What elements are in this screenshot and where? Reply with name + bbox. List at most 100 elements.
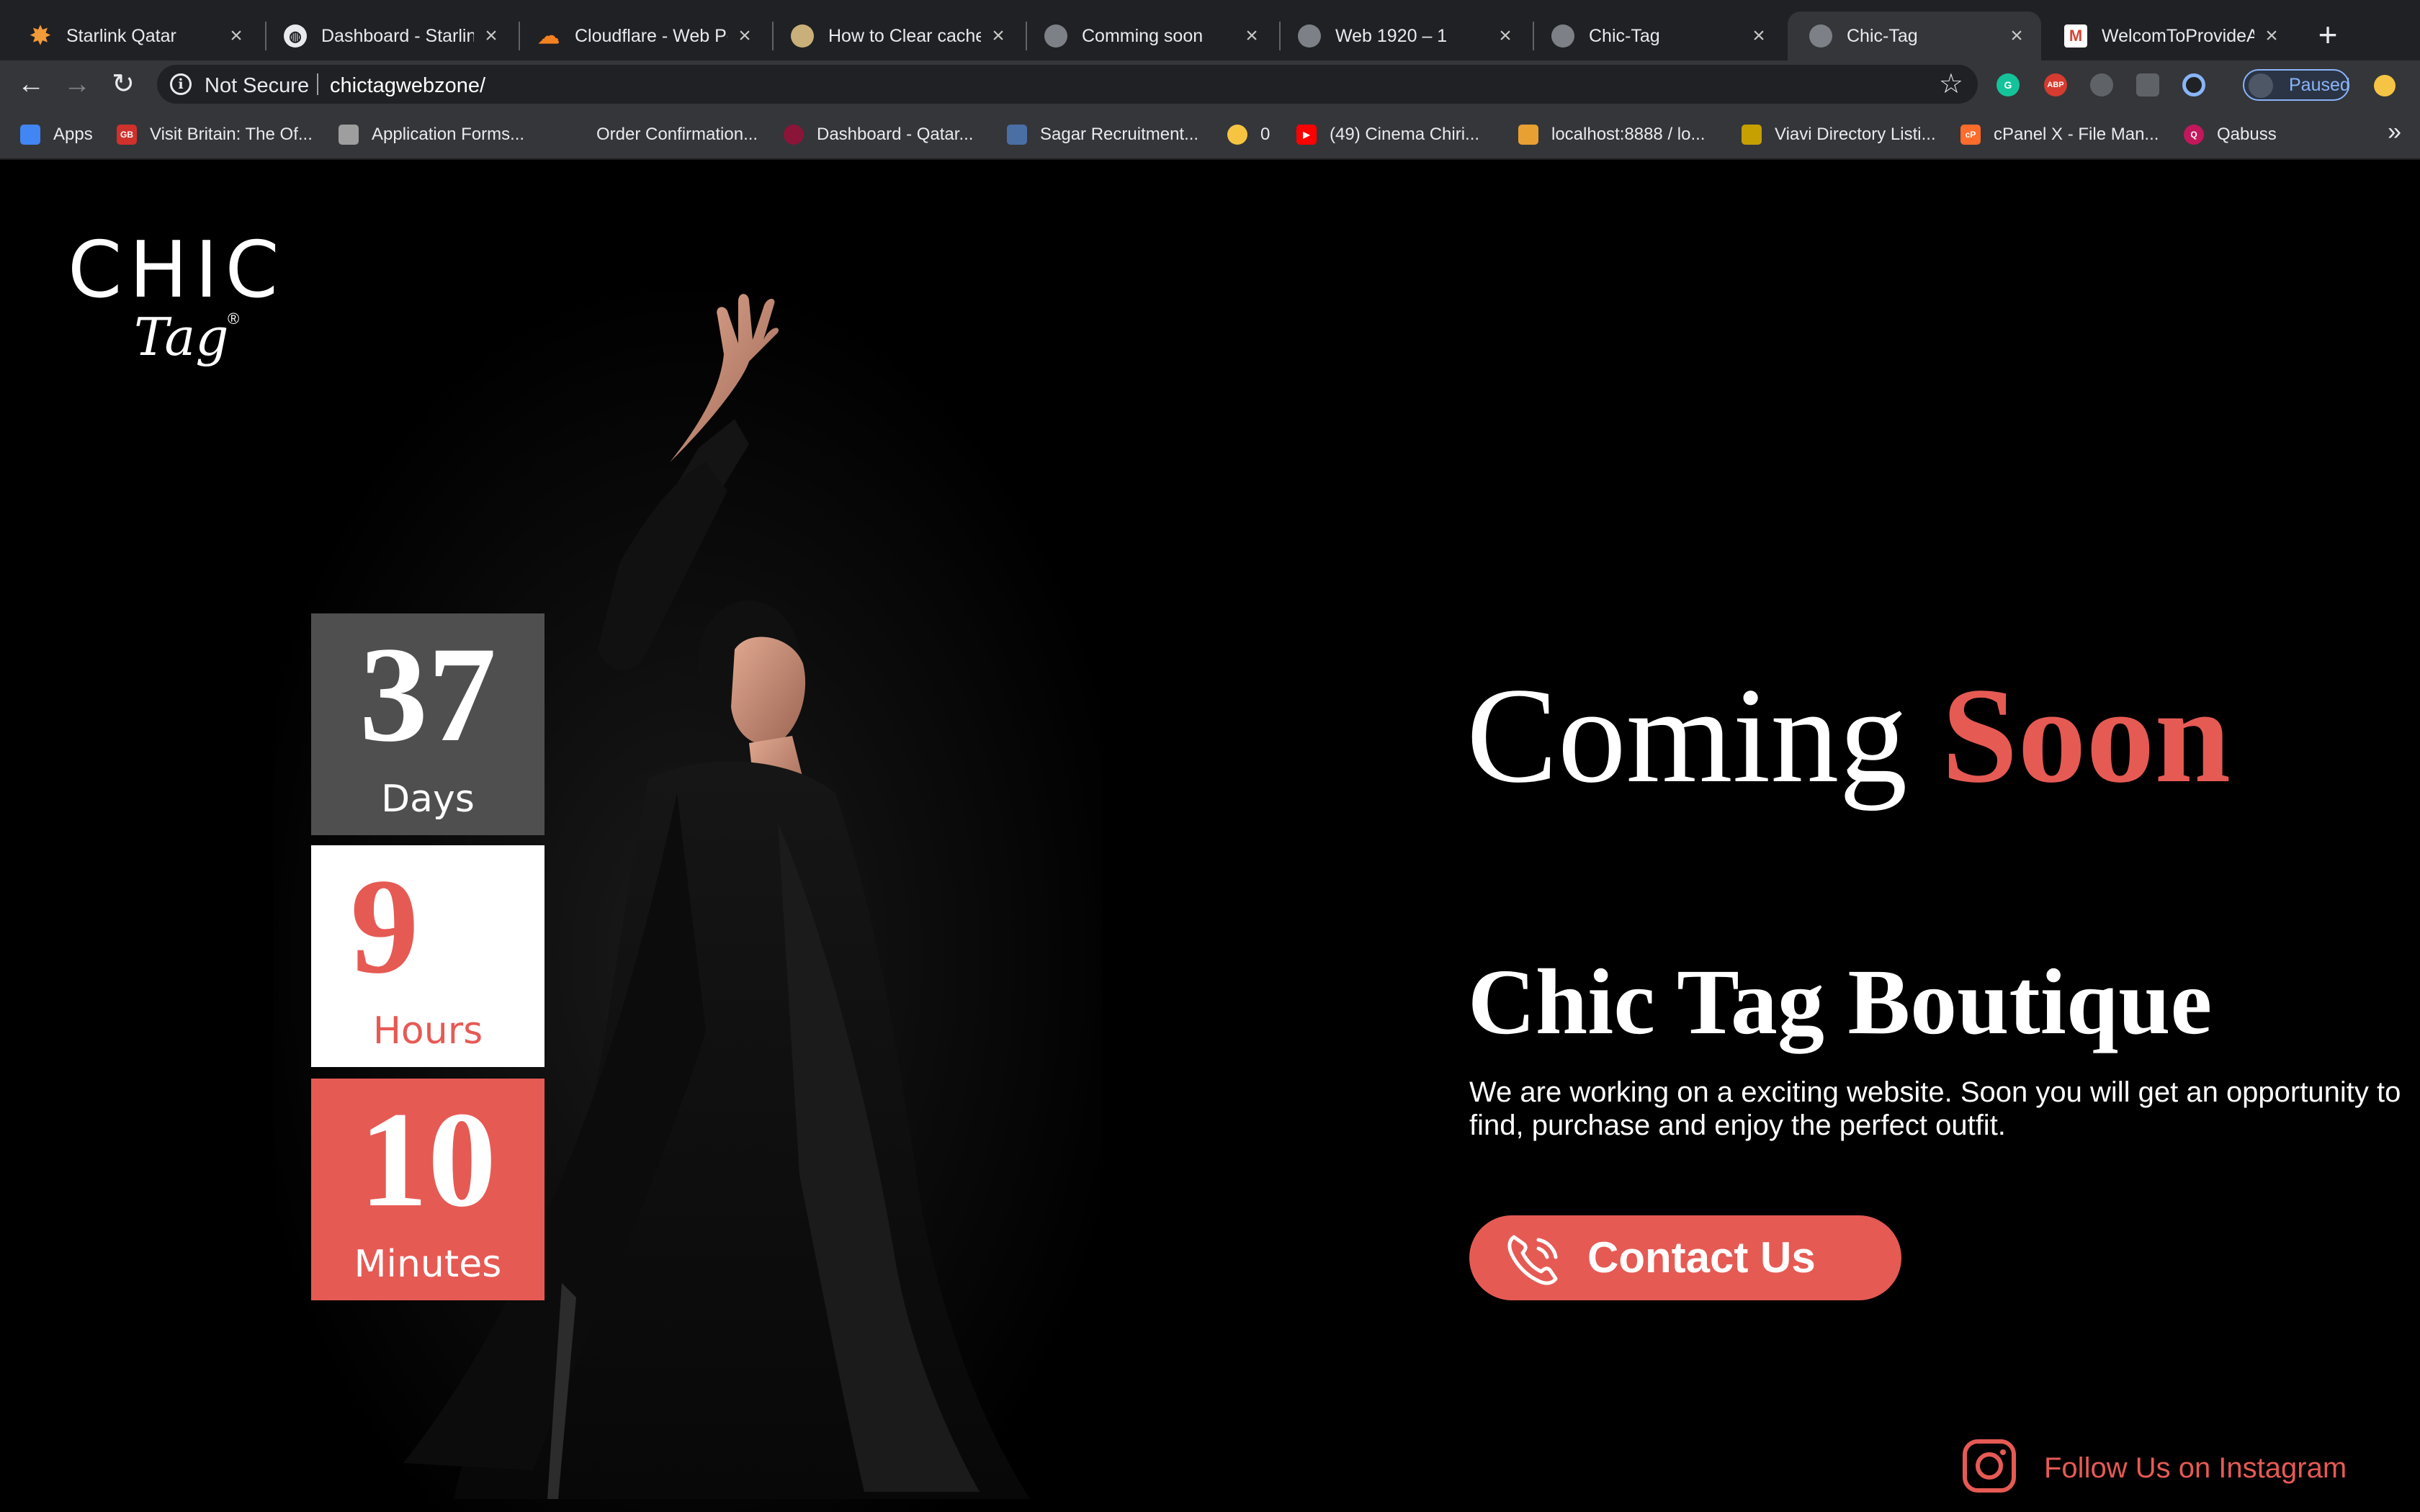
brand-title: Chic Tag Boutique (1468, 950, 2213, 1054)
close-icon[interactable]: × (1243, 24, 1260, 48)
bookmarks-bar: Apps GB Visit Britain: The Of... Applica… (0, 108, 2420, 160)
bookmark-application-forms[interactable]: Application Forms... (339, 122, 524, 147)
profile-button[interactable]: Paused (2243, 69, 2350, 101)
bookmark-sagar-recruitment[interactable]: Sagar Recruitment... (1007, 122, 1198, 147)
bookmark-dashboard-qatar[interactable]: Dashboard - Qatar... (784, 122, 973, 147)
countdown-hours-value: 9 (350, 851, 419, 1002)
countdown-minutes: 10 Minutes (311, 1079, 544, 1300)
gmail-icon: M (2064, 24, 2087, 48)
close-icon[interactable]: × (736, 24, 753, 48)
form-icon (339, 125, 359, 145)
tab-starlink-qatar[interactable]: ✸ Starlink Qatar × (7, 12, 261, 60)
logo-script: Tag (134, 307, 229, 367)
close-icon[interactable]: × (1497, 24, 1514, 48)
back-button[interactable]: ← (13, 66, 49, 102)
adblock-icon[interactable]: ABP (2044, 73, 2067, 96)
description-text: We are working on a exciting website. So… (1469, 1076, 2401, 1141)
tab-dashboard-starlink[interactable]: ◍ Dashboard - Starlink × (262, 12, 516, 60)
globe-icon: ◍ (284, 24, 307, 48)
apps-grid-icon (20, 125, 40, 145)
address-bar[interactable]: i Not Secure chictagwebzone/ ☆ (157, 65, 1978, 104)
bookmark-qabuss[interactable]: Q Qabuss (2184, 122, 2277, 147)
bookmark-localhost[interactable]: localhost:8888 / lo... (1518, 122, 1705, 147)
tab-web-1920[interactable]: Web 1920 – 1 × (1276, 12, 1530, 60)
profile-status: Paused (2289, 75, 2350, 95)
bookmark-label: cPanel X - File Man... (1994, 125, 2159, 144)
cloud-icon: ☁ (538, 24, 560, 48)
close-icon[interactable]: × (228, 24, 245, 48)
security-status[interactable]: Not Secure (205, 74, 309, 98)
browser-toolbar: ← → ↻ i Not Secure chictagwebzone/ ☆ G A… (0, 60, 2420, 108)
globe-icon (1298, 24, 1321, 48)
bookmark-label: Visit Britain: The Of... (150, 125, 313, 144)
avatar (2249, 73, 2273, 98)
gb-flag-icon: GB (117, 125, 137, 145)
tab-chic-tag-active[interactable]: Chic-Tag × (1788, 12, 2041, 60)
tab-cloudflare[interactable]: ☁ Cloudflare - Web Per × (516, 12, 769, 60)
coming-soon-heading: Coming Soon (1466, 664, 2231, 808)
bookmark-visit-britain[interactable]: GB Visit Britain: The Of... (117, 122, 313, 147)
heading-coming: Coming (1466, 660, 1908, 811)
countdown-days: 37 Days (311, 613, 544, 835)
close-icon[interactable]: × (2008, 24, 2025, 48)
close-icon[interactable]: × (1750, 24, 1767, 48)
tab-title: Comming soon (1082, 25, 1204, 46)
countdown-minutes-label: Minutes (354, 1243, 502, 1286)
tab-title: Chic-Tag (1847, 25, 1918, 46)
registered-mark: ® (228, 310, 240, 328)
tab-clear-cache[interactable]: How to Clear cache i × (769, 12, 1023, 60)
bookmark-label: Application Forms... (372, 125, 525, 144)
info-icon[interactable]: i (170, 73, 192, 95)
page-viewport: CHIC Tag ® 37 Days 9 Hours 10 Minutes Co… (0, 160, 2420, 1512)
bookmark-cpanel[interactable]: cP cPanel X - File Man... (1960, 122, 2159, 147)
globe-icon (1809, 24, 1832, 48)
tab-title: Web 1920 – 1 (1335, 25, 1448, 46)
tab-title: Cloudflare - Web Per (575, 25, 727, 46)
bookmark-label: (49) Cinema Chiri... (1330, 125, 1480, 144)
bookmark-label: Order Confirmation... (596, 125, 758, 144)
phpmyadmin-icon (1518, 125, 1538, 145)
tab-gmail[interactable]: M WelcomToProvideAu × (2043, 12, 2296, 60)
bookmark-label: Viavi Directory Listi... (1775, 125, 1936, 144)
bookmark-star-icon[interactable]: ☆ (1939, 68, 1963, 100)
reload-button[interactable]: ↻ (105, 66, 141, 102)
globe-icon (1044, 24, 1067, 48)
bookmarks-overflow-button[interactable]: » (2388, 118, 2401, 146)
url-text[interactable]: chictagwebzone/ (330, 74, 485, 98)
bookmark-cinema-chiri[interactable]: ▶ (49) Cinema Chiri... (1296, 122, 1479, 147)
new-tab-button[interactable]: + (2312, 16, 2344, 53)
tab-title: How to Clear cache i (828, 25, 981, 46)
countdown-days-label: Days (381, 778, 475, 821)
tab-title: Chic-Tag (1589, 25, 1660, 46)
instagram-follow-link[interactable]: Follow Us on Instagram (2044, 1452, 2347, 1485)
tab-comming-soon[interactable]: Comming soon × (1023, 12, 1276, 60)
grammarly-icon[interactable]: G (1996, 73, 2020, 96)
close-icon[interactable]: × (483, 24, 500, 48)
extension-cloud-icon[interactable] (2090, 73, 2113, 96)
logo-wordmark: CHIC (68, 225, 287, 315)
bookmark-apps[interactable]: Apps (20, 122, 93, 147)
bookmark-zero[interactable]: 0 (1227, 122, 1270, 147)
bookmark-label: Qabuss (2217, 125, 2277, 144)
globe-icon (1551, 24, 1574, 48)
instagram-icon[interactable] (1962, 1439, 2017, 1493)
chic-tag-logo[interactable]: CHIC Tag ® (68, 230, 291, 382)
circle-extension-icon[interactable] (2182, 73, 2205, 96)
countdown-hours: 9 Hours (311, 845, 544, 1067)
contact-us-button[interactable]: Contact Us (1469, 1215, 1901, 1300)
close-icon[interactable]: × (990, 24, 1007, 48)
camera-icon[interactable] (2136, 73, 2159, 96)
bookmark-viavi-directory[interactable]: Viavi Directory Listi... (1742, 122, 1936, 147)
cpanel-icon: cP (1960, 125, 1981, 145)
menu-badge-icon[interactable] (2374, 75, 2396, 96)
bookmark-order-confirmation[interactable]: Order Confirmation... (563, 122, 758, 147)
recruit-icon (1007, 125, 1027, 145)
address-divider (317, 73, 318, 95)
countdown-days-value: 37 (359, 619, 496, 770)
tab-chic-tag[interactable]: Chic-Tag × (1530, 12, 1783, 60)
contact-us-label: Contact Us (1587, 1233, 1816, 1282)
close-icon[interactable]: × (2263, 24, 2280, 48)
forward-button[interactable]: → (59, 66, 95, 102)
phone-icon (1507, 1235, 1558, 1285)
tab-strip: ✸ Starlink Qatar × ◍ Dashboard - Starlin… (0, 0, 2420, 60)
